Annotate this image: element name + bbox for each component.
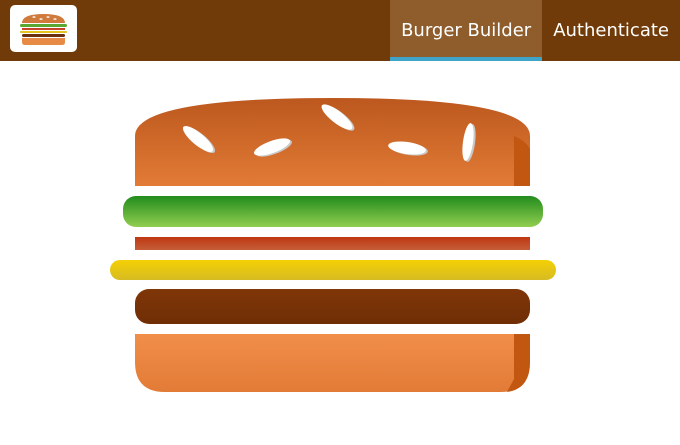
nav-item-authenticate[interactable]: Authenticate <box>542 0 680 61</box>
nav-label: Burger Builder <box>401 20 532 41</box>
bacon <box>135 237 530 250</box>
bread-bottom <box>135 334 530 392</box>
salad <box>123 196 543 227</box>
meat <box>135 289 530 324</box>
cheese <box>110 260 556 280</box>
nav-label: Authenticate <box>553 20 669 41</box>
bread-top <box>135 98 530 186</box>
navigation: Burger Builder Authenticate <box>390 0 680 61</box>
burger <box>110 98 556 392</box>
toolbar: Burger Builder Authenticate <box>0 0 680 61</box>
nav-item-burger-builder[interactable]: Burger Builder <box>390 0 543 61</box>
burger-logo-icon <box>20 14 67 45</box>
logo[interactable] <box>10 5 77 52</box>
